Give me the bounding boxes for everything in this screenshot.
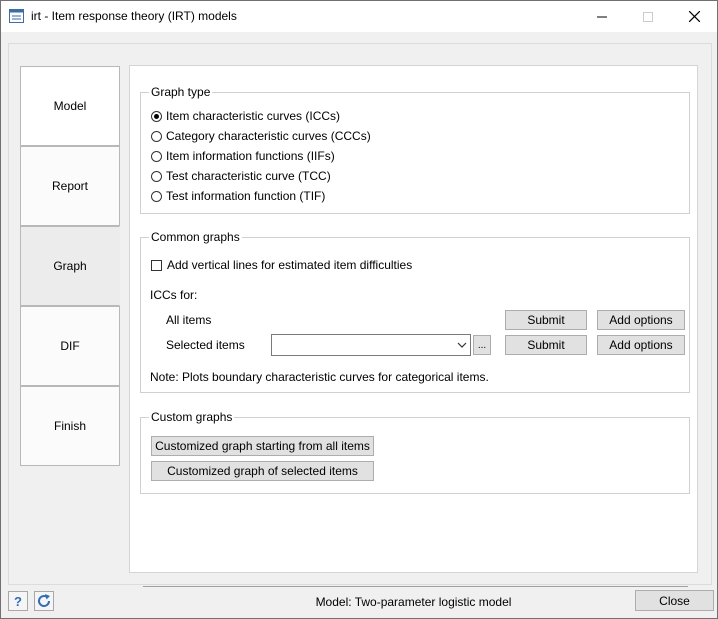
- graph-type-group: Graph type Item characteristic curves (I…: [140, 85, 690, 214]
- browse-items-button[interactable]: ...: [473, 335, 491, 355]
- note-text: Note: Plots boundary characteristic curv…: [150, 370, 489, 384]
- customized-graph-all-items-button[interactable]: Customized graph starting from all items: [151, 436, 374, 456]
- radio-iccs-label: Item characteristic curves (ICCs): [166, 109, 341, 123]
- tab-dif[interactable]: DIF: [20, 306, 120, 386]
- custom-graphs-group: Custom graphs Customized graph starting …: [140, 410, 690, 494]
- maximize-button[interactable]: [625, 1, 671, 32]
- tab-graph[interactable]: Graph: [20, 226, 120, 306]
- custom-graphs-legend: Custom graphs: [149, 410, 235, 424]
- radio-button-icon: [151, 110, 162, 122]
- tab-finish-label: Finish: [53, 419, 86, 433]
- radio-button-icon: [151, 150, 162, 162]
- dialog-window: irt - Item response theory (IRT) models …: [0, 0, 718, 619]
- radio-button-icon: [151, 170, 162, 182]
- close-window-button[interactable]: [671, 1, 717, 32]
- model-status-text: Model: Two-parameter logistic model: [315, 595, 512, 609]
- tab-dif-label: DIF: [60, 339, 80, 353]
- radio-cccs-label: Category characteristic curves (CCCs): [166, 129, 371, 143]
- divider: [143, 586, 688, 587]
- tab-report[interactable]: Report: [20, 146, 120, 226]
- tab-model[interactable]: Model: [20, 66, 120, 146]
- window-title: irt - Item response theory (IRT) models: [31, 9, 237, 23]
- selected-items-label: Selected items: [166, 338, 245, 352]
- selected-items-combo[interactable]: [271, 334, 471, 356]
- customized-graph-selected-items-button[interactable]: Customized graph of selected items: [151, 461, 374, 481]
- close-icon: [688, 11, 700, 22]
- tab-graph-label: Graph: [53, 259, 87, 273]
- radio-tif[interactable]: Test information function (TIF): [151, 188, 325, 204]
- minimize-icon: [597, 16, 607, 17]
- tab-model-label: Model: [53, 99, 87, 113]
- radio-tif-label: Test information function (TIF): [166, 189, 326, 203]
- all-items-label: All items: [166, 313, 212, 327]
- common-graphs-legend: Common graphs: [149, 230, 242, 244]
- svg-text:?: ?: [14, 594, 22, 608]
- help-button[interactable]: ?: [8, 591, 28, 611]
- radio-cccs[interactable]: Category characteristic curves (CCCs): [151, 128, 371, 144]
- chevron-down-icon: [457, 342, 467, 348]
- submit-all-items-button[interactable]: Submit: [505, 310, 587, 330]
- radio-tcc[interactable]: Test characteristic curve (TCC): [151, 168, 331, 184]
- common-graphs-group: Common graphs Add vertical lines for est…: [140, 230, 690, 393]
- radio-tcc-label: Test characteristic curve (TCC): [166, 169, 331, 183]
- title-bar: irt - Item response theory (IRT) models: [1, 1, 717, 32]
- reset-button[interactable]: [34, 591, 54, 611]
- radio-button-icon: [151, 190, 162, 202]
- add-options-all-items-button[interactable]: Add options: [597, 310, 685, 330]
- graph-type-legend: Graph type: [149, 85, 213, 99]
- help-icon: ?: [14, 594, 22, 608]
- close-button[interactable]: Close: [635, 590, 714, 611]
- dialog-content: Model Report Graph DIF Finish Graph type…: [8, 43, 712, 609]
- submit-selected-items-button[interactable]: Submit: [505, 335, 587, 355]
- iccs-for-label: ICCs for:: [150, 288, 198, 302]
- graph-panel: Graph type Item characteristic curves (I…: [129, 65, 698, 609]
- radio-iccs[interactable]: Item characteristic curves (ICCs): [151, 108, 340, 124]
- vertical-lines-label: Add vertical lines for estimated item di…: [167, 258, 413, 272]
- add-options-selected-items-button[interactable]: Add options: [597, 335, 685, 355]
- tab-report-label: Report: [51, 179, 89, 193]
- radio-iifs[interactable]: Item information functions (IIFs): [151, 148, 335, 164]
- maximize-icon: [643, 11, 653, 22]
- dialog-app-icon: [9, 9, 24, 23]
- checkbox-icon: [151, 259, 162, 271]
- vertical-lines-checkbox[interactable]: Add vertical lines for estimated item di…: [151, 257, 412, 273]
- radio-button-icon: [151, 130, 162, 142]
- refresh-icon: [38, 594, 51, 607]
- minimize-button[interactable]: [579, 1, 625, 32]
- tab-finish[interactable]: Finish: [20, 386, 120, 466]
- radio-iifs-label: Item information functions (IIFs): [166, 149, 335, 163]
